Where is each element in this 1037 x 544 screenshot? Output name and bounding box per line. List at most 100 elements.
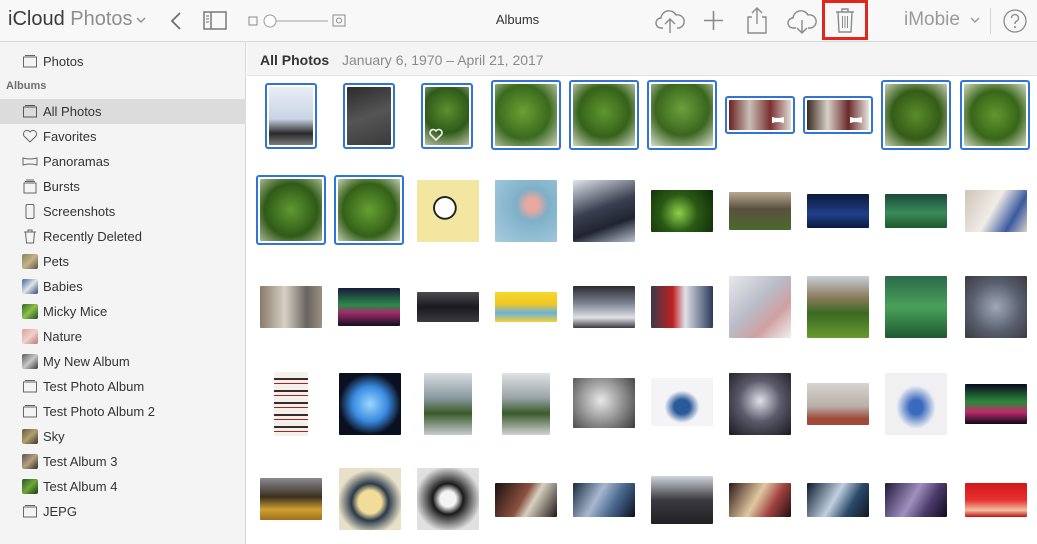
sidebar-toggle-icon[interactable] (203, 11, 227, 30)
account-name[interactable]: iMobie (904, 9, 960, 31)
photo-thumbnail[interactable] (885, 276, 947, 338)
photo-thumbnail[interactable] (647, 80, 717, 150)
photo-thumbnail[interactable] (343, 83, 395, 149)
photo-thumbnail[interactable] (960, 80, 1030, 150)
photo-thumbnail[interactable] (573, 180, 635, 242)
sidebar-item-label: Test Album 4 (43, 479, 118, 494)
photo-thumbnail[interactable] (569, 80, 639, 150)
chevron-down-icon[interactable] (136, 14, 146, 26)
photo-thumbnail[interactable] (651, 378, 713, 426)
photo-thumbnail[interactable] (260, 478, 322, 520)
heart-icon (429, 128, 443, 141)
photo-thumbnail[interactable] (417, 468, 479, 530)
photo-thumbnail[interactable] (334, 175, 404, 245)
photo-thumbnail[interactable] (807, 483, 869, 517)
trash-highlight-box (822, 0, 868, 40)
download-icon[interactable] (787, 7, 817, 34)
zoom-slider[interactable] (248, 12, 348, 30)
photo-thumbnail[interactable] (807, 194, 869, 228)
photo-thumbnail[interactable] (421, 83, 473, 149)
photo-thumbnail[interactable] (651, 190, 713, 232)
photo-thumbnail[interactable] (729, 483, 791, 517)
photo-thumbnail[interactable] (274, 372, 308, 436)
photo-thumbnail[interactable] (965, 483, 1027, 517)
photo-thumbnail[interactable] (417, 292, 479, 322)
album-thumbnail (22, 354, 38, 369)
sidebar-item-photos[interactable]: Photos (0, 49, 246, 74)
sidebar-item-all-photos[interactable]: All Photos (0, 99, 246, 124)
sidebar-item-test-photo-album-2[interactable]: Test Photo Album 2 (0, 399, 246, 424)
panorama-icon (772, 117, 784, 123)
photo-thumbnail[interactable] (495, 292, 557, 322)
photo-thumbnail[interactable] (495, 483, 557, 517)
photo-thumbnail[interactable] (339, 373, 401, 435)
album-thumbnail (22, 454, 38, 469)
upload-icon[interactable] (655, 7, 685, 34)
sidebar-item-recently-deleted[interactable]: Recently Deleted (0, 224, 246, 249)
sidebar-item-jepg[interactable]: JEPG (0, 499, 246, 524)
photo-thumbnail[interactable] (965, 276, 1027, 338)
chevron-down-icon[interactable] (970, 14, 980, 26)
album-thumbnail (22, 329, 38, 344)
sidebar-item-label: Bursts (43, 179, 80, 194)
photo-thumbnail[interactable] (729, 373, 791, 435)
photo-thumbnail[interactable] (338, 288, 400, 326)
photo-thumbnail[interactable] (807, 383, 869, 425)
photo-thumbnail[interactable] (417, 180, 479, 242)
sidebar-item-micky-mice[interactable]: Micky Mice (0, 299, 246, 324)
sidebar-item-favorites[interactable]: Favorites (0, 124, 246, 149)
photo-thumbnail[interactable] (651, 286, 713, 328)
album-thumbnail (22, 429, 38, 444)
photo-thumbnail[interactable] (729, 192, 791, 230)
sidebar-item-screenshots[interactable]: Screenshots (0, 199, 246, 224)
photo-thumbnail[interactable] (339, 468, 401, 530)
photo-thumbnail[interactable] (729, 276, 791, 338)
photo-thumbnail[interactable] (502, 373, 550, 435)
sidebar-item-test-album-4[interactable]: Test Album 4 (0, 474, 246, 499)
brand-primary: iCloud (8, 8, 65, 30)
app-brand[interactable]: iCloud Photos (8, 8, 133, 31)
back-icon[interactable] (170, 11, 182, 31)
photo-thumbnail[interactable] (495, 180, 557, 242)
share-icon[interactable] (746, 6, 768, 34)
sidebar: Photos Albums All Photos Favorites Panor… (0, 42, 246, 544)
photo-thumbnail[interactable] (573, 286, 635, 328)
sidebar-item-my-new-album[interactable]: My New Album (0, 349, 246, 374)
sidebar-item-test-album-3[interactable]: Test Album 3 (0, 449, 246, 474)
photo-thumbnail[interactable] (965, 384, 1027, 424)
sidebar-item-test-photo-album[interactable]: Test Photo Album (0, 374, 246, 399)
photo-thumbnail[interactable] (807, 276, 869, 338)
album-thumbnail (22, 304, 38, 319)
sidebar-item-label: Sky (43, 429, 65, 444)
sidebar-item-label: Babies (43, 279, 83, 294)
sidebar-item-sky[interactable]: Sky (0, 424, 246, 449)
screenshot-icon (25, 204, 35, 219)
photo-thumbnail[interactable] (885, 483, 947, 517)
sidebar-item-pets[interactable]: Pets (0, 249, 246, 274)
photo-thumbnail[interactable] (256, 175, 326, 245)
photo-thumbnail[interactable] (965, 190, 1027, 232)
sidebar-item-panoramas[interactable]: Panoramas (0, 149, 246, 174)
add-icon[interactable] (703, 10, 724, 31)
sidebar-item-bursts[interactable]: Bursts (0, 174, 246, 199)
photo-thumbnail[interactable] (881, 80, 951, 150)
sidebar-item-babies[interactable]: Babies (0, 274, 246, 299)
photo-thumbnail[interactable] (265, 83, 317, 149)
sidebar-item-nature[interactable]: Nature (0, 324, 246, 349)
photo-thumbnail[interactable] (573, 483, 635, 517)
photo-thumbnail[interactable] (725, 96, 795, 134)
photo-thumbnail[interactable] (885, 194, 947, 228)
photo-thumbnail[interactable] (803, 96, 873, 134)
panorama-icon (22, 157, 38, 166)
photos-icon (23, 55, 37, 68)
photo-thumbnail[interactable] (573, 378, 635, 428)
sidebar-item-label: Favorites (43, 129, 97, 144)
photo-thumbnail[interactable] (651, 476, 713, 524)
photo-thumbnail[interactable] (885, 373, 947, 435)
album-thumbnail (22, 479, 38, 494)
help-icon[interactable] (1003, 9, 1027, 33)
photo-thumbnail[interactable] (491, 80, 561, 150)
photo-thumbnail[interactable] (424, 373, 472, 435)
photo-thumbnail[interactable] (260, 286, 322, 328)
sidebar-item-label: Screenshots (43, 204, 116, 219)
